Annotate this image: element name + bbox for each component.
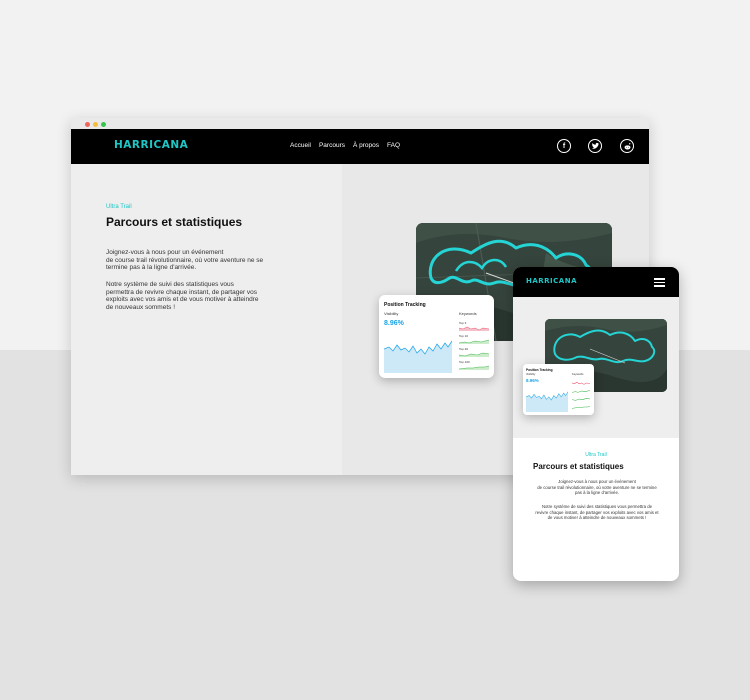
hero-eyebrow: Ultra Trail	[106, 204, 132, 210]
hero-title: Parcours et statistiques	[106, 215, 243, 229]
mobile-sparkline-top100	[572, 406, 590, 409]
hamburger-menu-icon[interactable]	[654, 278, 665, 287]
hero-paragraph-2-line: permettra de revivre chaque instant, de …	[106, 288, 258, 296]
mobile-brand-logo[interactable]: HARRICANA	[526, 277, 577, 285]
mobile-header: HARRICANA	[513, 267, 679, 297]
nav-link-accueil[interactable]: Accueil	[290, 142, 311, 149]
mobile-sparkline-top10	[572, 390, 590, 393]
tracking-card-title: Position Tracking	[384, 302, 426, 308]
hero-paragraph-2-line: Notre système de suivi des statistiques …	[106, 281, 234, 288]
main-nav: Accueil Parcours À propos FAQ	[290, 142, 400, 149]
minimize-window-dot[interactable]	[93, 122, 98, 127]
visibility-value: 8.96%	[384, 320, 404, 327]
mobile-hero-paragraph-2: Notre système de suivi des statistiques …	[527, 504, 667, 521]
mobile-hero-eyebrow: Ultra Trail	[585, 452, 607, 458]
hero-paragraph-1-line: termine pas à la ligne d'arrivée.	[106, 264, 197, 271]
mobile-visibility-area-chart	[526, 391, 568, 412]
sparkline-top3	[459, 326, 489, 331]
sparkline-top10	[459, 339, 489, 344]
brand-logo[interactable]: HARRICANA	[114, 139, 188, 151]
maximize-window-dot[interactable]	[101, 122, 106, 127]
sparkline-top100	[459, 365, 489, 370]
window-titlebar	[71, 118, 649, 129]
hero-paragraph-1: Joignez-vous à nous pour un événement de…	[106, 249, 286, 272]
nav-link-a-propos[interactable]: À propos	[353, 142, 379, 149]
visibility-area-chart	[384, 340, 452, 373]
hero-paragraph-1-line: Joignez-vous à nous pour un événement	[106, 249, 224, 256]
sparkline-top20	[459, 352, 489, 357]
mobile-sparkline-top3	[572, 382, 590, 385]
mobile-position-tracking-card[interactable]: Position Tracking Visibility 8.96% Keywo…	[523, 364, 594, 415]
nav-link-parcours[interactable]: Parcours	[319, 142, 345, 149]
hero-paragraph-1-line: de course trail révolutionnaire, où votr…	[106, 256, 264, 264]
mobile-sparkline-top20	[572, 398, 590, 401]
mobile-tracking-card-title: Position Tracking	[526, 368, 553, 372]
mobile-hero-paragraph-1: Joignez-vous à nous pour un événement de…	[527, 479, 667, 496]
close-window-dot[interactable]	[85, 122, 90, 127]
mobile-mockup: HARRICANA Position Tracking Visibility 8…	[513, 267, 679, 581]
facebook-icon[interactable]: f	[557, 139, 571, 153]
mobile-paragraph-line: de vous motiver à atteindre de nouveaux …	[547, 515, 647, 520]
mobile-paragraph-line: Notre système de suivi des statistiques …	[541, 504, 653, 509]
reddit-icon[interactable]	[620, 139, 634, 153]
position-tracking-card[interactable]: Position Tracking Visibility 8.96% Keywo…	[379, 295, 494, 378]
site-header: HARRICANA Accueil Parcours À propos FAQ …	[71, 129, 649, 164]
nav-link-faq[interactable]: FAQ	[387, 142, 400, 149]
twitter-icon[interactable]	[588, 139, 602, 153]
mobile-visibility-label: Visibility	[526, 373, 536, 376]
mobile-paragraph-line: pas à la ligne d'arrivée.	[574, 490, 620, 495]
mobile-hero-title: Parcours et statistiques	[533, 462, 624, 471]
visibility-label: Visibility	[384, 311, 399, 316]
hero-paragraph-2: Notre système de suivi des statistiques …	[106, 281, 286, 311]
hero-paragraph-2-line: exploits avec vos amis et de vous motive…	[106, 296, 259, 303]
hero-paragraph-2-line: de nouveaux sommets !	[106, 303, 176, 311]
keywords-label: Keywords	[459, 311, 477, 316]
mobile-visibility-value: 8.96%	[526, 378, 539, 383]
mobile-keywords-label: Keywords	[572, 373, 584, 376]
